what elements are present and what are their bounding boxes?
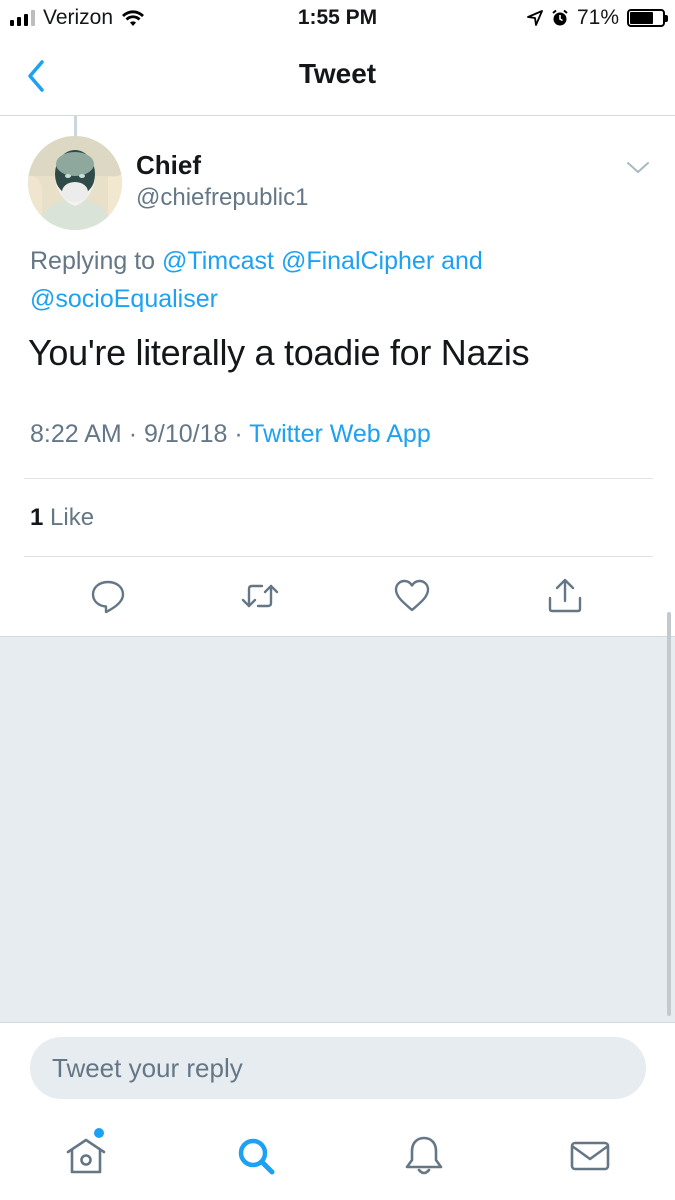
reply-composer: [0, 1022, 675, 1114]
empty-replies-area: [0, 636, 675, 1022]
share-icon[interactable]: [545, 576, 585, 616]
replying-prefix: Replying to: [30, 247, 156, 275]
nav-header: Tweet: [0, 38, 675, 116]
like-icon[interactable]: [392, 576, 432, 616]
battery-percent: 71%: [576, 6, 619, 29]
location-icon: [527, 10, 543, 26]
home-notification-dot: [94, 1128, 104, 1138]
thread-connector: [74, 116, 77, 136]
notifications-icon[interactable]: [400, 1132, 448, 1180]
tweet-meta: 8:22 AM · 9/10/18 · Twitter Web App: [30, 420, 431, 449]
tab-bar: [0, 1114, 675, 1200]
divider: [24, 556, 653, 557]
mention-link[interactable]: @Timcast: [162, 247, 274, 275]
likes-number: 1: [30, 504, 44, 531]
mention-link[interactable]: @socioEqualiser: [30, 285, 218, 313]
user-handle[interactable]: @chiefrepublic1: [136, 184, 308, 212]
likes-count[interactable]: 1 Like: [30, 504, 94, 532]
mention-joiner[interactable]: and: [441, 247, 483, 275]
chevron-down-icon[interactable]: [626, 160, 650, 176]
battery-fill: [630, 12, 653, 24]
display-name[interactable]: Chief: [136, 150, 201, 181]
status-bar: Verizon 1:55 PM 71%: [0, 0, 675, 38]
meta-separator: ·: [234, 420, 243, 448]
status-right: 71%: [527, 6, 668, 30]
divider: [24, 478, 653, 479]
tweet-time: 8:22 AM: [30, 420, 122, 448]
retweet-icon[interactable]: [240, 576, 280, 616]
page-title: Tweet: [298, 58, 377, 89]
replying-to: Replying to @Timcast @FinalCipher and @s…: [30, 242, 650, 318]
reply-input[interactable]: [30, 1037, 646, 1099]
tweet-actions: [0, 576, 675, 620]
alarm-icon: [552, 9, 568, 26]
likes-label: Like: [50, 504, 95, 531]
search-icon[interactable]: [232, 1132, 280, 1180]
tweet-source-link[interactable]: Twitter Web App: [249, 420, 431, 448]
avatar[interactable]: [28, 136, 122, 230]
tweet-text: You're literally a toadie for Nazis: [28, 332, 530, 373]
tweet-date: 9/10/18: [143, 420, 228, 448]
messages-icon[interactable]: [566, 1132, 614, 1180]
reply-icon[interactable]: [88, 576, 128, 616]
battery-icon: [627, 9, 668, 27]
mention-link[interactable]: @FinalCipher: [281, 247, 434, 275]
scrollbar[interactable]: [667, 612, 671, 1016]
meta-separator: ·: [128, 420, 138, 448]
home-icon[interactable]: [62, 1132, 110, 1180]
